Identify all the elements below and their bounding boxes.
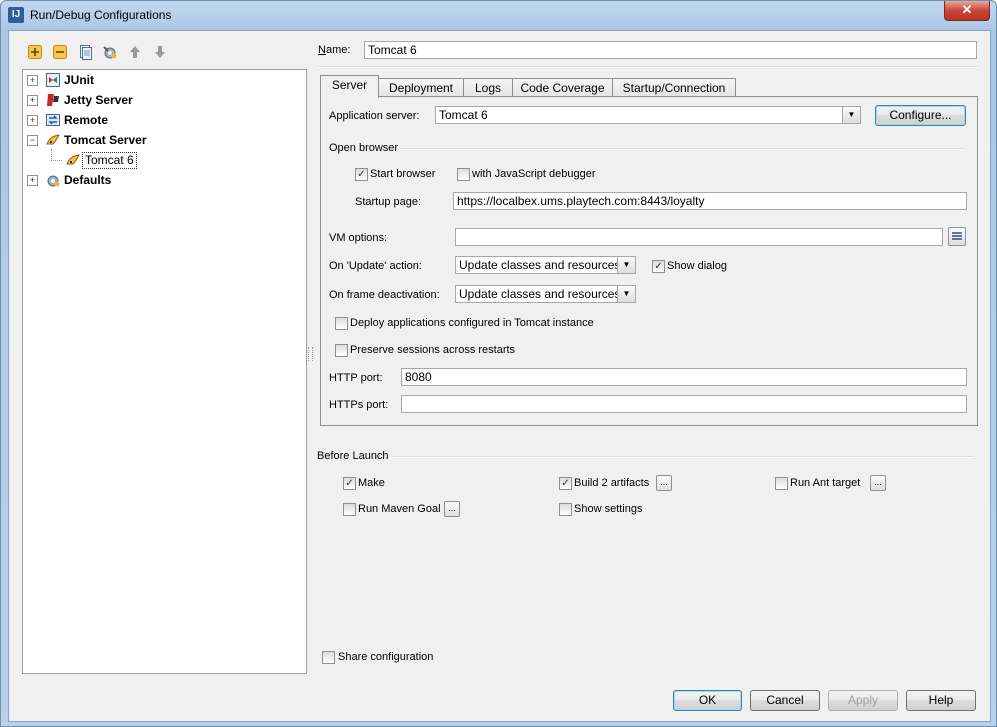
run-maven-goal-settings-button[interactable]: ... — [444, 501, 460, 517]
help-button[interactable]: Help — [906, 690, 976, 711]
name-input[interactable]: Tomcat 6 — [364, 41, 977, 59]
close-button[interactable]: ✕ — [944, 1, 990, 21]
share-configuration-label: Share configuration — [338, 651, 434, 663]
on-update-value: Update classes and resources — [459, 258, 621, 272]
defaults-icon — [45, 172, 61, 188]
build-artifacts-settings-button[interactable]: ... — [656, 475, 672, 491]
cancel-button[interactable]: Cancel — [750, 690, 820, 711]
run-ant-target-label: Run Ant target — [790, 477, 861, 489]
expand-toggle[interactable]: + — [27, 95, 38, 106]
settings-icon[interactable] — [102, 44, 118, 60]
show-dialog-label: Show dialog — [667, 260, 727, 272]
js-debugger-label: with JavaScript debugger — [472, 168, 596, 180]
tree-item-label: Defaults — [64, 173, 112, 187]
preserve-sessions-label: Preserve sessions across restarts — [350, 344, 516, 356]
show-settings-checkbox[interactable] — [559, 503, 572, 516]
open-browser-label: Open browser — [329, 142, 399, 154]
list-icon — [952, 232, 962, 240]
share-configuration-checkbox[interactable] — [322, 651, 335, 664]
application-server-value: Tomcat 6 — [439, 108, 488, 122]
tab-logs[interactable]: Logs — [463, 78, 513, 98]
vm-options-input[interactable] — [455, 228, 943, 246]
application-server-select[interactable]: Tomcat 6 ▼ — [435, 106, 861, 124]
tab-code-coverage[interactable]: Code Coverage — [512, 78, 613, 98]
ok-button[interactable]: OK — [673, 690, 742, 711]
make-checkbox[interactable]: ✓ — [343, 477, 356, 490]
http-port-label: HTTP port: — [329, 372, 383, 384]
tree-item-label: Tomcat Server — [64, 133, 147, 147]
tab-server[interactable]: Server — [320, 75, 379, 98]
make-label: Make — [358, 477, 385, 489]
before-launch-title: Before Launch — [317, 450, 389, 462]
start-browser-label: Start browser — [370, 168, 436, 180]
window-title: Run/Debug Configurations — [30, 8, 172, 22]
startup-page-label: Startup page: — [355, 196, 422, 208]
configuration-tree[interactable]: + JUnit + Jetty Server + Remote − Tomcat… — [22, 69, 307, 674]
run-ant-target-checkbox[interactable] — [775, 477, 788, 490]
tree-connector — [51, 149, 62, 161]
divider — [393, 456, 974, 458]
on-frame-deactivation-select[interactable]: Update classes and resources ▼ — [455, 285, 636, 303]
http-port-input[interactable]: 8080 — [401, 368, 967, 386]
vm-options-label: VM options: — [329, 232, 388, 244]
remote-icon — [45, 112, 61, 128]
tab-deployment[interactable]: Deployment — [378, 78, 464, 98]
title-bar: IJ Run/Debug Configurations ✕ — [1, 1, 996, 29]
server-tab-panel: Application server: Tomcat 6 ▼ Configure… — [320, 96, 978, 426]
deploy-apps-label: Deploy applications configured in Tomcat… — [350, 317, 594, 329]
tab-startup-connection[interactable]: Startup/Connection — [612, 78, 736, 98]
application-server-label: Application server: — [329, 110, 420, 122]
expand-toggle[interactable]: + — [27, 175, 38, 186]
js-debugger-checkbox[interactable] — [457, 168, 470, 181]
build-artifacts-label: Build 2 artifacts — [574, 477, 650, 489]
on-frame-deactivation-value: Update classes and resources — [459, 287, 621, 301]
chevron-down-icon[interactable]: ▼ — [842, 107, 860, 123]
run-ant-target-settings-button[interactable]: ... — [870, 475, 886, 491]
on-update-label: On 'Update' action: — [329, 260, 422, 272]
dialog-window: IJ Run/Debug Configurations ✕ + JUnit + … — [0, 0, 997, 727]
expand-toggle[interactable]: + — [27, 75, 38, 86]
move-up-icon[interactable] — [127, 44, 143, 60]
chevron-down-icon[interactable]: ▼ — [617, 257, 635, 273]
divider — [318, 66, 978, 68]
on-update-select[interactable]: Update classes and resources ▼ — [455, 256, 636, 274]
expand-toggle[interactable]: + — [27, 115, 38, 126]
tree-item-label: Remote — [64, 113, 109, 127]
configure-button[interactable]: Configure... — [875, 105, 966, 126]
tomcat-icon — [65, 152, 81, 168]
apply-button[interactable]: Apply — [828, 690, 898, 711]
chevron-down-icon[interactable]: ▼ — [617, 286, 635, 302]
dialog-content: + JUnit + Jetty Server + Remote − Tomcat… — [8, 30, 991, 722]
junit-icon — [45, 72, 61, 88]
tree-item-label: Jetty Server — [64, 93, 133, 107]
tree-item-label: Tomcat 6 — [82, 152, 137, 169]
jetty-icon — [45, 92, 61, 108]
app-icon: IJ — [8, 7, 24, 23]
https-port-input[interactable] — [401, 395, 967, 413]
show-dialog-checkbox[interactable]: ✓ — [652, 260, 665, 273]
name-label: Name: — [318, 44, 351, 56]
divider — [399, 148, 964, 150]
copy-icon[interactable] — [77, 44, 93, 60]
preserve-sessions-checkbox[interactable] — [335, 344, 348, 357]
collapse-toggle[interactable]: − — [27, 135, 38, 146]
run-maven-goal-label: Run Maven Goal — [358, 503, 441, 515]
tree-item-label: JUnit — [64, 73, 94, 87]
move-down-icon[interactable] — [152, 44, 168, 60]
on-frame-deactivation-label: On frame deactivation: — [329, 289, 440, 301]
start-browser-checkbox[interactable]: ✓ — [355, 168, 368, 181]
tomcat-icon — [45, 132, 61, 148]
add-icon[interactable] — [27, 44, 43, 60]
show-settings-label: Show settings — [574, 503, 643, 515]
build-artifacts-checkbox[interactable]: ✓ — [559, 477, 572, 490]
startup-page-input[interactable]: https://localbex.ums.playtech.com:8443/l… — [453, 192, 967, 210]
remove-icon[interactable] — [52, 44, 68, 60]
deploy-apps-checkbox[interactable] — [335, 317, 348, 330]
splitter-handle[interactable] — [308, 347, 313, 361]
expand-editor-button[interactable] — [948, 227, 966, 246]
run-maven-goal-checkbox[interactable] — [343, 503, 356, 516]
https-port-label: HTTPs port: — [329, 399, 389, 411]
